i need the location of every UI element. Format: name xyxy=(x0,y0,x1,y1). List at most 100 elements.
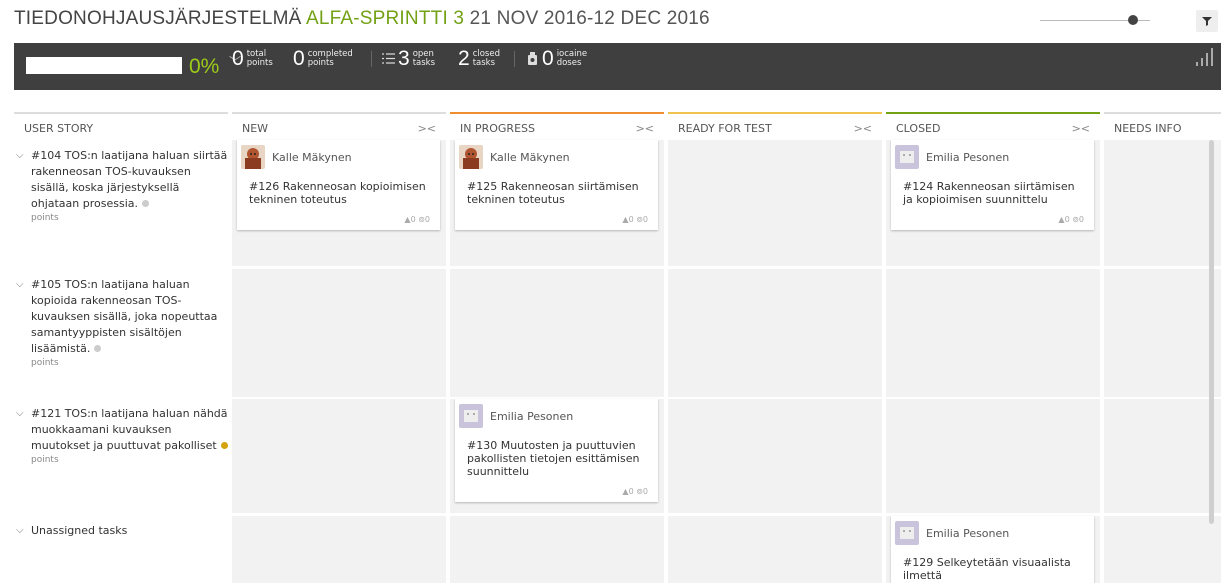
column-header-user-story: USER STORY xyxy=(14,112,228,140)
card-owner[interactable]: Emilia Pesonen xyxy=(895,145,1009,169)
closed-tasks-value: 2 xyxy=(458,47,470,70)
card-owner[interactable]: Emilia Pesonen xyxy=(895,521,1009,545)
story-points: points xyxy=(31,358,59,368)
user-story-title[interactable]: #105 TOS:n laatijana haluan kopioida rak… xyxy=(31,278,217,355)
fold-column-icon[interactable]: >< xyxy=(1072,122,1090,135)
story-points: points xyxy=(31,455,59,465)
user-story[interactable]: ⌵ #104 TOS:n laatijana haluan siirtää ra… xyxy=(14,148,228,224)
task-card[interactable]: Emilia Pesonen #129 Selkeytetään visuaal… xyxy=(891,516,1094,583)
filter-icon xyxy=(1202,17,1212,26)
divider xyxy=(371,51,372,67)
task-title[interactable]: #130 Muutosten ja puuttuvien pakollisten… xyxy=(467,439,648,478)
board-cell xyxy=(668,399,882,513)
status-dot xyxy=(142,200,150,207)
fold-row-icon[interactable]: ⌵ xyxy=(16,148,24,164)
board-cell xyxy=(1104,269,1221,397)
column-title: USER STORY xyxy=(24,122,94,135)
board-cell xyxy=(232,516,446,583)
completed-points-label-2: points xyxy=(307,58,334,68)
task-title[interactable]: #126 Rakenneosan kopioimisen tekninen to… xyxy=(249,180,430,206)
board-cell xyxy=(668,269,882,397)
total-points-stat: 0 total points xyxy=(232,48,273,69)
owner-name: Kalle Mäkynen xyxy=(272,150,352,164)
sprint-stats-bar: 0% ﹀ 0 total points 0 completed points 3 o… xyxy=(14,43,1221,90)
avatar xyxy=(895,145,919,169)
fold-column-icon[interactable]: >< xyxy=(636,122,654,135)
page-title: TIEDONOHJAUSJÄRJESTELMÄ ALFA-SPRINTTI 3 … xyxy=(14,8,710,30)
sprint-name: ALFA-SPRINTTI 3 xyxy=(305,8,465,29)
vertical-scrollbar[interactable] xyxy=(1209,140,1214,524)
fold-row-icon[interactable]: ⌵ xyxy=(16,277,24,293)
iocaine-stat: 0 iocaine doses xyxy=(527,48,587,69)
task-card[interactable]: Kalle Mäkynen #125 Rakenneosan siirtämis… xyxy=(455,140,658,230)
unassigned-tasks-row[interactable]: ⌵ Unassigned tasks xyxy=(14,523,228,539)
sprint-dates: 21 NOV 2016-12 DEC 2016 xyxy=(469,8,710,29)
fold-row-icon[interactable]: ⌵ xyxy=(16,406,24,422)
list-icon xyxy=(382,53,395,64)
user-story-title[interactable]: #121 TOS:n laatijana haluan nähdä muokka… xyxy=(31,407,228,452)
completed-points-stat: 0 completed points xyxy=(293,48,353,69)
sprint-graph-icon[interactable] xyxy=(1196,46,1213,66)
fold-column-icon[interactable]: >< xyxy=(418,122,436,135)
task-card[interactable]: Kalle Mäkynen #126 Rakenneosan kopioimis… xyxy=(237,140,440,230)
board-cell xyxy=(232,399,446,513)
filter-button[interactable] xyxy=(1196,10,1218,32)
column-title: IN PROGRESS xyxy=(460,122,535,135)
task-meta: ▲0 ⊚0 xyxy=(622,215,648,224)
zoom-slider[interactable] xyxy=(1040,15,1150,25)
closed-tasks-stat: 2 closed tasks xyxy=(458,48,500,69)
column-title: NEEDS INFO xyxy=(1114,122,1182,135)
task-meta: ▲0 ⊚0 xyxy=(1058,215,1084,224)
card-owner[interactable]: Emilia Pesonen xyxy=(459,404,573,428)
project-name[interactable]: TIEDONOHJAUSJÄRJESTELMÄ xyxy=(14,8,302,29)
board-cell xyxy=(1104,516,1221,583)
user-story[interactable]: ⌵ #121 TOS:n laatijana haluan nähdä muok… xyxy=(14,406,228,466)
card-owner[interactable]: Kalle Mäkynen xyxy=(241,145,352,169)
task-card[interactable]: Emilia Pesonen #124 Rakenneosan siirtämi… xyxy=(891,140,1094,230)
closed-tasks-label-2: tasks xyxy=(472,58,496,68)
user-story[interactable]: ⌵ #105 TOS:n laatijana haluan kopioida r… xyxy=(14,277,228,369)
board-cell xyxy=(886,269,1100,397)
board-cell xyxy=(668,140,882,266)
open-tasks-label-2: tasks xyxy=(412,58,436,68)
top-bar: TIEDONOHJAUSJÄRJESTELMÄ ALFA-SPRINTTI 3 … xyxy=(0,0,1221,43)
avatar xyxy=(459,145,483,169)
task-meta: ▲0 ⊚0 xyxy=(622,487,648,496)
total-points-label-2: points xyxy=(246,58,273,68)
status-dot xyxy=(94,345,102,352)
board-cell xyxy=(1104,140,1221,266)
column-header-closed: CLOSED >< xyxy=(886,112,1100,140)
column-header-new: NEW >< xyxy=(232,112,446,140)
iocaine-label-2: doses xyxy=(556,58,582,68)
task-title[interactable]: #125 Rakenneosan siirtämisen tekninen to… xyxy=(467,180,648,206)
zoom-slider-handle[interactable] xyxy=(1128,15,1138,25)
iocaine-bottle-icon xyxy=(528,52,537,65)
task-title[interactable]: #129 Selkeytetään visuaalista ilmettä xyxy=(903,556,1084,582)
avatar xyxy=(459,404,483,428)
user-story-title[interactable]: #104 TOS:n laatijana haluan siirtää rake… xyxy=(31,149,227,210)
board-cell xyxy=(450,516,664,583)
divider xyxy=(514,51,515,67)
sprint-progress-bar xyxy=(26,57,182,74)
avatar xyxy=(895,521,919,545)
taskboard: USER STORY NEW >< IN PROGRESS >< READY FOR… xyxy=(14,112,1221,583)
task-title[interactable]: #124 Rakenneosan siirtämisen ja kopioimi… xyxy=(903,180,1084,206)
owner-name: Emilia Pesonen xyxy=(490,409,574,423)
unassigned-tasks-label: Unassigned tasks xyxy=(31,524,128,537)
open-tasks-stat: 3 open tasks xyxy=(382,48,435,69)
column-header-needs-info: NEEDS INFO xyxy=(1104,112,1221,140)
story-points: points xyxy=(31,213,59,223)
owner-name: Emilia Pesonen xyxy=(926,150,1010,164)
owner-name: Kalle Mäkynen xyxy=(490,150,570,164)
fold-column-icon[interactable]: >< xyxy=(854,122,872,135)
board-cell xyxy=(232,269,446,397)
fold-row-icon[interactable]: ⌵ xyxy=(16,523,24,539)
owner-name: Emilia Pesonen xyxy=(926,526,1010,540)
column-title: NEW xyxy=(242,122,269,135)
board-cell xyxy=(668,516,882,583)
card-owner[interactable]: Kalle Mäkynen xyxy=(459,145,570,169)
task-card[interactable]: Emilia Pesonen #130 Muutosten ja puuttuv… xyxy=(455,399,658,502)
column-header-ready-for-test: READY FOR TEST >< xyxy=(668,112,882,140)
board-cell xyxy=(886,399,1100,513)
avatar xyxy=(241,145,265,169)
